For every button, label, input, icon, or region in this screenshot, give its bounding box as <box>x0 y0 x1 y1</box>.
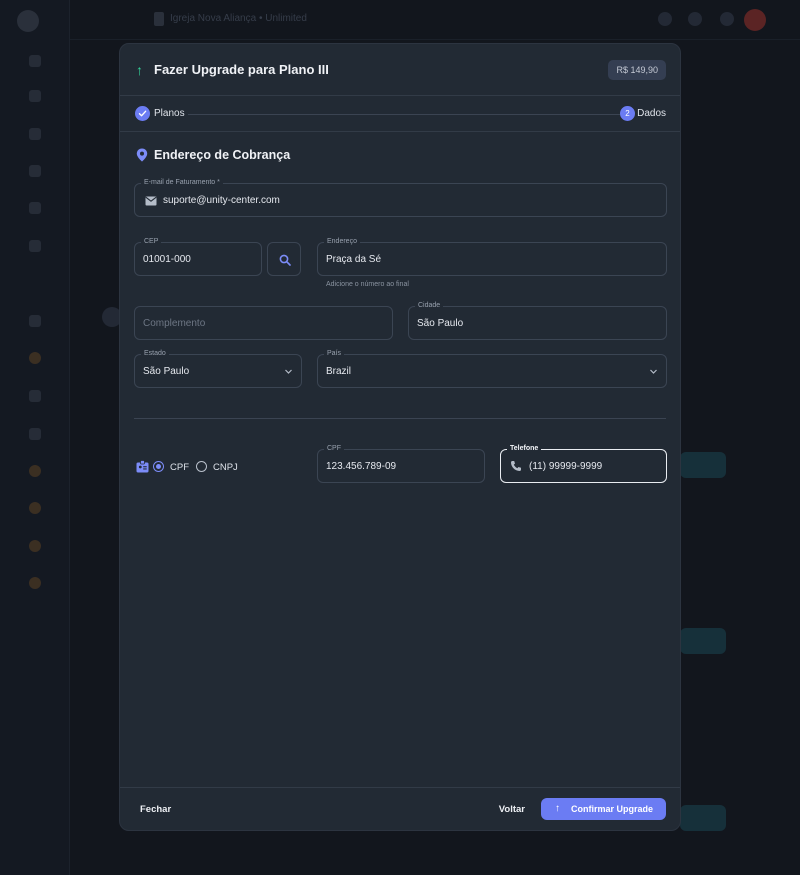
cpf-field[interactable]: CPF 123.456.789-09 <box>317 444 485 483</box>
radio-cnpj-label[interactable]: CNPJ <box>213 462 238 473</box>
cpf-label: CPF <box>324 444 344 454</box>
background-nav-item <box>0 352 70 367</box>
country-value: Brazil <box>326 366 352 377</box>
section-title: Endereço de Cobrança <box>154 148 291 162</box>
phone-field[interactable]: Telefone (11) 99999-9999 <box>500 444 667 483</box>
section-divider <box>134 418 666 419</box>
email-field[interactable]: E-mail de Faturamento * suporte@unity-ce… <box>134 178 667 217</box>
background-nav-item <box>0 540 70 555</box>
city-label: Cidade <box>415 301 444 311</box>
phone-value: (11) 99999-9999 <box>529 461 603 472</box>
background-nav-item <box>0 240 70 255</box>
upgrade-modal: ↑ Fazer Upgrade para Plano III R$ 149,90… <box>119 43 681 831</box>
background-nav-item <box>0 55 70 70</box>
step-planos-label[interactable]: Planos <box>154 108 185 119</box>
phone-label: Telefone <box>507 444 542 454</box>
radio-cpf[interactable] <box>153 461 164 472</box>
id-card-icon <box>136 460 149 473</box>
complement-placeholder: Complemento <box>143 318 206 329</box>
background-topbar-icon <box>688 12 702 26</box>
address-field[interactable]: Endereço Praça da Sé <box>317 237 667 276</box>
chevron-down-icon <box>650 369 657 374</box>
arrow-up-icon: ↑ <box>555 803 560 814</box>
search-icon <box>279 254 291 266</box>
close-button[interactable]: Fechar <box>140 804 171 815</box>
city-field[interactable]: Cidade São Paulo <box>408 301 667 340</box>
address-label: Endereço <box>324 237 360 247</box>
radio-cpf-label[interactable]: CPF <box>170 462 189 473</box>
step-number: 2 <box>620 106 635 121</box>
phone-icon <box>511 461 521 471</box>
radio-cnpj[interactable] <box>196 461 207 472</box>
background-button <box>680 805 726 831</box>
cep-field[interactable]: CEP 01001-000 <box>134 237 262 276</box>
price-badge: R$ 149,90 <box>608 60 666 80</box>
background-church-icon <box>154 12 164 26</box>
arrow-up-icon: ↑ <box>136 62 143 78</box>
background-topbar: Igreja Nova Aliança • Unlimited <box>70 0 800 40</box>
address-helper-text: Adicione o número ao final <box>326 281 409 288</box>
confirm-upgrade-button[interactable]: ↑ Confirmar Upgrade <box>541 798 666 820</box>
background-button <box>680 628 726 654</box>
modal-header: ↑ Fazer Upgrade para Plano III R$ 149,90 <box>120 44 680 96</box>
cep-label: CEP <box>141 237 162 247</box>
background-nav-item <box>0 428 70 443</box>
background-avatar <box>744 9 766 31</box>
step-dados-label: Dados <box>637 108 666 119</box>
background-nav-item <box>0 90 70 105</box>
address-value: Praça da Sé <box>326 254 382 265</box>
background-nav-item <box>0 315 70 330</box>
mail-icon <box>145 196 157 206</box>
modal-footer: Fechar Voltar ↑ Confirmar Upgrade <box>120 787 680 830</box>
background-app-title: Igreja Nova Aliança • Unlimited <box>170 13 307 24</box>
complement-field[interactable]: Complemento <box>134 306 393 340</box>
cpf-value: 123.456.789-09 <box>326 461 397 472</box>
country-select[interactable]: País Brazil <box>317 349 667 388</box>
background-button <box>680 452 726 478</box>
cep-value: 01001-000 <box>143 254 191 265</box>
search-cep-button[interactable] <box>267 242 301 276</box>
confirm-upgrade-label: Confirmar Upgrade <box>571 804 654 814</box>
background-nav-item <box>0 128 70 143</box>
chevron-down-icon <box>285 369 292 374</box>
back-button[interactable]: Voltar <box>499 804 525 815</box>
state-label: Estado <box>141 349 169 359</box>
city-value: São Paulo <box>417 318 464 329</box>
background-nav-item <box>0 502 70 517</box>
background-topbar-icon <box>658 12 672 26</box>
modal-title: Fazer Upgrade para Plano III <box>154 62 329 77</box>
background-topbar-icon <box>720 12 734 26</box>
step-connector <box>188 114 620 115</box>
background-nav-item <box>0 202 70 217</box>
background-nav-item <box>0 390 70 405</box>
email-label: E-mail de Faturamento * <box>141 178 223 188</box>
check-icon[interactable] <box>135 106 150 121</box>
stepper: Planos 2 Dados <box>120 96 680 132</box>
background-sidebar <box>0 0 70 875</box>
state-value: São Paulo <box>143 366 190 377</box>
location-pin-icon <box>136 148 148 162</box>
background-logo <box>17 10 39 32</box>
state-select[interactable]: Estado São Paulo <box>134 349 302 388</box>
background-nav-item <box>0 165 70 180</box>
country-label: País <box>324 349 345 359</box>
email-value: suporte@unity-center.com <box>163 195 280 206</box>
background-nav-item <box>0 465 70 480</box>
background-nav-item <box>0 577 70 592</box>
